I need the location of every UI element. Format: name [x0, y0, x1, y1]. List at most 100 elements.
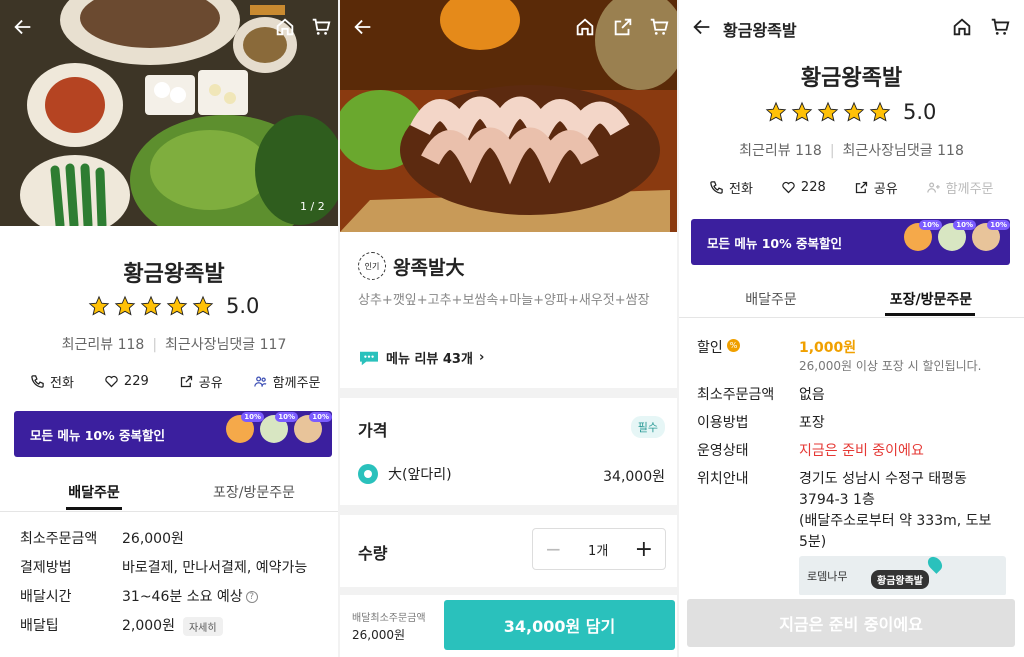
tab-delivery[interactable]: 배달주문 [14, 482, 174, 510]
payment-label: 결제방법 [20, 560, 72, 576]
active-tab-indicator [885, 313, 975, 316]
unavailable-button[interactable]: 지금은 준비 중이에요 [687, 599, 1015, 647]
action-row: 전화 228 공유 함께주문 [709, 178, 994, 197]
back-icon[interactable] [350, 14, 376, 40]
rating-value: 5.0 [903, 100, 937, 124]
map-place-label: 로뎀나무 [807, 570, 848, 583]
store-screen-delivery: 1 / 2 황금왕족발 5.0 최근리뷰 118 | 최근사장님댓글 117 전화 … [0, 0, 338, 657]
back-icon[interactable] [10, 14, 36, 40]
popular-badge: 인기 [358, 252, 386, 280]
discount-banner[interactable]: 모든 메뉴 10% 중복할인 10% 10% 10% [14, 411, 332, 457]
location-label: 위치안내 [697, 471, 749, 487]
quantity-stepper: − 1개 + [532, 528, 666, 570]
recent-reviews[interactable]: 최근리뷰 118 [739, 143, 822, 159]
star-icon [765, 101, 787, 122]
group-order-button[interactable]: 함께주문 [926, 178, 994, 197]
min-order-caption: 배달최소주문금액 [352, 613, 426, 624]
discount-value: 1,000원 [799, 340, 857, 356]
share-button[interactable]: 공유 [854, 178, 898, 197]
tab-delivery[interactable]: 배달주문 [691, 289, 851, 317]
rating-value: 5.0 [226, 294, 260, 318]
cart-icon[interactable] [308, 14, 334, 40]
status-value: 지금은 준비 중이에요 [799, 443, 924, 459]
chevron-right-icon: › [478, 350, 485, 365]
home-icon[interactable] [572, 14, 598, 40]
share-button[interactable]: 공유 [179, 372, 223, 391]
help-icon[interactable]: ? [245, 591, 258, 603]
like-button[interactable]: 228 [781, 180, 826, 195]
status-label: 운영상태 [697, 443, 749, 459]
location-line: 경기도 성남시 수정구 태평동 [799, 471, 967, 487]
price-option[interactable]: 大(앞다리) [358, 464, 452, 484]
map-pin-icon [925, 556, 945, 574]
discount-banner[interactable]: 모든 메뉴 10% 중복할인 10% 10% 10% [691, 219, 1010, 265]
order-type-tabs: 배달주문 포장/방문주문 [14, 482, 334, 510]
menu-review-link[interactable]: 메뉴 리뷰 43개 › [358, 348, 484, 367]
star-icon [140, 295, 162, 316]
delivery-info: 최소주문금액 26,000원 결제방법 바로결제, 만나서결제, 예약가능 배달시간… [20, 528, 330, 648]
like-button[interactable]: 229 [104, 374, 149, 389]
minus-button[interactable]: − [545, 537, 562, 561]
review-summary[interactable]: 최근리뷰 118 | 최근사장님댓글 118 [679, 140, 1024, 160]
pickup-info: 할인% 1,000원 26,000원 이상 포장 시 할인됩니다. 최소주문금액… [697, 337, 1017, 557]
detail-button[interactable]: 자세히 [182, 616, 223, 636]
location-line: 3794-3 1층 [799, 492, 875, 508]
percent-icon: % [727, 339, 740, 352]
share-icon[interactable] [610, 14, 636, 40]
menu-description: 상추+깻잎+고추+보쌈속+마늘+양파+새우젓+쌈장 [358, 293, 650, 308]
store-screen-pickup: 황금왕족발 황금왕족발 5.0 최근리뷰 118 | 최근사장님댓글 118 전화 … [679, 0, 1024, 657]
discount-label: 할인 [697, 340, 723, 356]
cart-icon[interactable] [987, 14, 1013, 40]
tab-pickup[interactable]: 포장/방문주문 [174, 482, 334, 510]
delivery-time-value: 31~46분 소요 예상 [122, 589, 243, 605]
share-icon [855, 181, 867, 194]
menu-detail-screen: 인기 왕족발大 상추+깻잎+고추+보쌈속+마늘+양파+새우젓+쌈장 메뉴 리뷰 … [340, 0, 677, 657]
order-bar: 지금은 준비 중이에요 [679, 595, 1024, 657]
rating-stars: 5.0 [88, 294, 259, 318]
location-map[interactable]: 로뎀나무 황금왕족발 [799, 556, 1006, 596]
back-icon[interactable] [689, 14, 715, 40]
min-order-label: 최소주문금액 [697, 387, 775, 403]
order-bar: 배달최소주문금액 26,000원 34,000원 담기 [340, 595, 677, 657]
plus-button[interactable]: + [635, 537, 653, 562]
add-to-cart-button[interactable]: 34,000원 담기 [444, 600, 675, 650]
delivery-time-label: 배달시간 [20, 589, 72, 605]
action-row: 전화 229 공유 함께주문 [30, 372, 321, 391]
header-title: 황금왕족발 [723, 21, 797, 40]
recent-reviews[interactable]: 최근리뷰 118 [62, 337, 145, 353]
star-icon [114, 295, 136, 316]
add-person-icon [926, 182, 940, 193]
option-price: 34,000원 [603, 469, 665, 485]
phone-icon [710, 181, 723, 194]
call-button[interactable]: 전화 [709, 178, 753, 197]
delivery-tip-label: 배달팁 [20, 618, 59, 634]
menu-title-row: 인기 왕족발大 [358, 252, 464, 280]
usage-label: 이용방법 [697, 415, 749, 431]
star-icon [88, 295, 110, 316]
star-icon [192, 295, 214, 316]
delivery-tip-value: 2,000원 [122, 618, 175, 634]
location-line: (배달주소로부터 약 333m, 도보 [799, 513, 992, 529]
radio-selected-icon[interactable] [358, 464, 378, 484]
heart-icon [782, 181, 795, 194]
cart-icon[interactable] [646, 14, 672, 40]
call-button[interactable]: 전화 [30, 372, 74, 391]
active-tab-indicator [66, 507, 122, 510]
option-label: 大(앞다리) [388, 467, 452, 483]
owner-replies[interactable]: 최근사장님댓글 117 [165, 337, 286, 353]
review-summary[interactable]: 최근리뷰 118 | 최근사장님댓글 117 [14, 334, 334, 354]
star-icon [166, 295, 188, 316]
section-gap [340, 388, 677, 398]
section-gap [340, 505, 677, 515]
menu-name: 왕족발大 [393, 256, 465, 279]
min-order-value: 26,000원 [352, 628, 406, 642]
group-order-button[interactable]: 함께주문 [253, 372, 321, 391]
home-icon[interactable] [272, 14, 298, 40]
owner-replies[interactable]: 최근사장님댓글 118 [843, 143, 964, 159]
store-name: 황금왕족발 [800, 66, 903, 91]
phone-icon [31, 375, 44, 388]
store-name: 황금왕족발 [123, 262, 225, 287]
usage-value: 포장 [799, 415, 825, 431]
min-order-value: 26,000원 [122, 531, 184, 547]
home-icon[interactable] [949, 14, 975, 40]
